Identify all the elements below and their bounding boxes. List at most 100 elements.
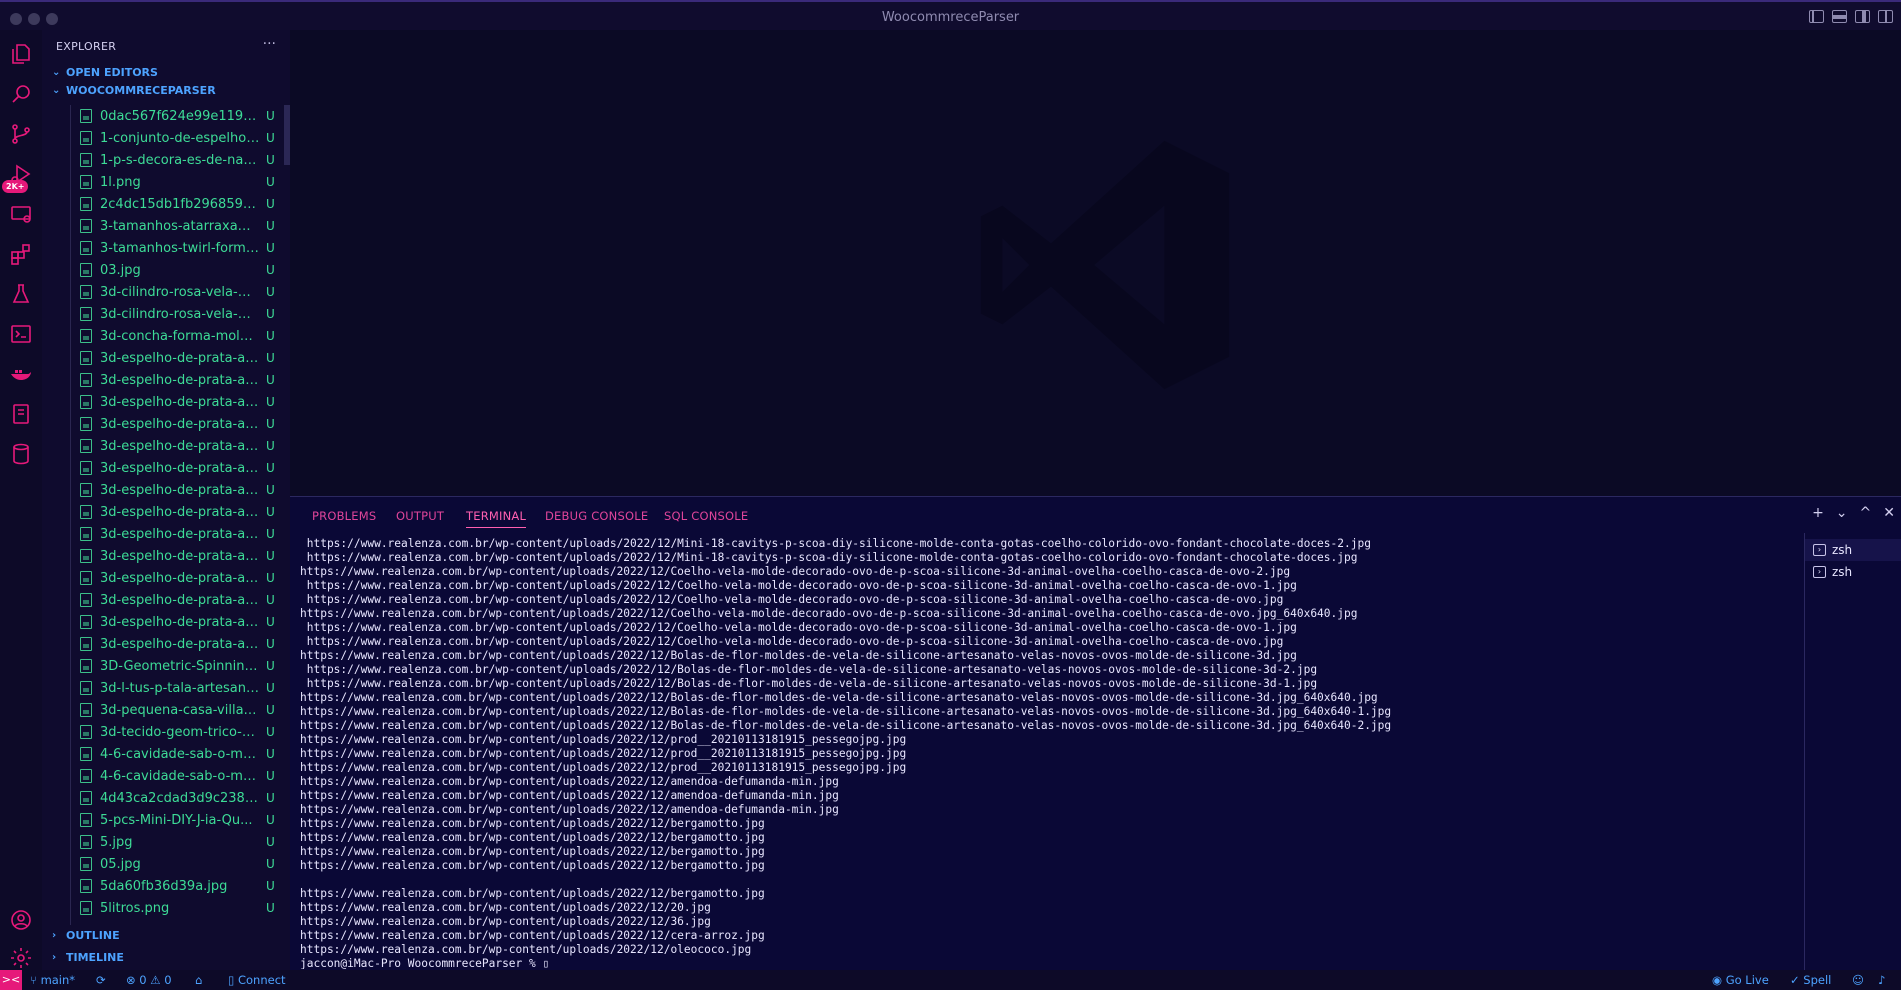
file-item[interactable]: 4-6-cavidade-sab-o-mo... U: [42, 765, 290, 787]
maximize-panel-icon[interactable]: ^: [1860, 505, 1872, 521]
git-status-untracked: U: [266, 131, 275, 145]
toggle-secondary-sidebar-icon[interactable]: [1855, 10, 1870, 23]
file-name: 3d-espelho-de-prata-art...: [100, 570, 260, 586]
chevron-down-icon: ⌄: [52, 84, 61, 96]
terminal-line: https://www.realenza.com.br/wp-content/u…: [300, 733, 907, 746]
image-file-icon: [80, 241, 92, 255]
explorer-icon[interactable]: [0, 34, 42, 74]
close-panel-icon[interactable]: ✕: [1883, 505, 1895, 521]
file-item[interactable]: 3d-espelho-de-prata-art... U: [42, 633, 290, 655]
git-status-untracked: U: [266, 395, 275, 409]
file-item[interactable]: 1-p-s-decora-es-de-nat... U: [42, 149, 290, 171]
image-file-icon: [80, 527, 92, 541]
connect-button[interactable]: ▯ Connect: [228, 973, 286, 987]
file-item[interactable]: 3d-espelho-de-prata-art... U: [42, 413, 290, 435]
outline-section[interactable]: › OUTLINE: [42, 925, 290, 945]
toggle-sidebar-icon[interactable]: [1809, 10, 1824, 23]
terminal-tab-zsh-2[interactable]: › zsh: [1805, 561, 1901, 583]
database-icon[interactable]: [0, 434, 42, 474]
source-control-icon[interactable]: [0, 114, 42, 154]
sync-icon[interactable]: ⟳: [96, 973, 106, 987]
timeline-section[interactable]: › TIMELINE: [42, 947, 290, 967]
file-item[interactable]: 3d-espelho-de-prata-art... U: [42, 391, 290, 413]
toggle-panel-icon[interactable]: [1832, 10, 1847, 23]
extensions-icon[interactable]: [0, 234, 42, 274]
terminal-output[interactable]: https://www.realenza.com.br/wp-content/u…: [300, 537, 1760, 969]
file-item[interactable]: 2c4dc15db1fb29685962... U: [42, 193, 290, 215]
file-item[interactable]: 5.jpg U: [42, 831, 290, 853]
file-item[interactable]: 3d-espelho-de-prata-art... U: [42, 457, 290, 479]
customize-layout-icon[interactable]: [1878, 10, 1893, 23]
accounts-icon[interactable]: [0, 900, 42, 940]
file-name: 3-tamanhos-atarraxame...: [100, 218, 260, 234]
docker-icon[interactable]: [0, 354, 42, 394]
remote-explorer-icon[interactable]: [0, 194, 42, 234]
terminal-line: https://www.realenza.com.br/wp-content/u…: [300, 943, 752, 956]
timeline-label: TIMELINE: [66, 950, 124, 964]
file-item[interactable]: 3-tamanhos-twirl-forma... U: [42, 237, 290, 259]
new-terminal-icon[interactable]: +: [1812, 505, 1824, 521]
file-item[interactable]: 3d-espelho-de-prata-art... U: [42, 545, 290, 567]
file-item[interactable]: 3d-pequena-casa-villa-c... U: [42, 699, 290, 721]
project-section[interactable]: ⌄ WOOCOMMRECEPARSER: [42, 80, 290, 100]
file-item[interactable]: 3d-espelho-de-prata-art... U: [42, 523, 290, 545]
tab-debug-console[interactable]: DEBUG CONSOLE: [545, 509, 648, 523]
file-item[interactable]: 3d-espelho-de-prata-art... U: [42, 611, 290, 633]
git-status-untracked: U: [266, 263, 275, 277]
file-item[interactable]: 05.jpg U: [42, 853, 290, 875]
tab-sql-console[interactable]: SQL CONSOLE: [664, 509, 748, 523]
tab-output[interactable]: OUTPUT: [396, 509, 444, 523]
file-item[interactable]: 1l.png U: [42, 171, 290, 193]
file-item[interactable]: 3d-espelho-de-prata-art... U: [42, 347, 290, 369]
file-item[interactable]: 3d-espelho-de-prata-art... U: [42, 589, 290, 611]
file-item[interactable]: 3d-espelho-de-prata-art... U: [42, 501, 290, 523]
file-item[interactable]: 3d-espelho-de-prata-art... U: [42, 567, 290, 589]
spell-button[interactable]: ✓ Spell: [1790, 973, 1831, 987]
image-file-icon: [80, 219, 92, 233]
file-item[interactable]: 3d-cilindro-rosa-vela-m... U: [42, 281, 290, 303]
notifications-bell-icon[interactable]: ♪: [1878, 973, 1885, 987]
notebook-icon[interactable]: [0, 394, 42, 434]
file-item[interactable]: 3D-Geometric-Spinning-... U: [42, 655, 290, 677]
run-debug-icon[interactable]: [0, 154, 42, 194]
file-item[interactable]: 5da60fb36d39a.jpg U: [42, 875, 290, 897]
terminal-icon[interactable]: [0, 314, 42, 354]
file-item[interactable]: 5litros.png U: [42, 897, 290, 919]
remote-indicator[interactable]: ><: [0, 970, 22, 990]
file-item[interactable]: 5-pcs-Mini-DIY-J-ia-Qu... U: [42, 809, 290, 831]
file-item[interactable]: 3d-espelho-de-prata-art... U: [42, 369, 290, 391]
home-icon[interactable]: ⌂: [195, 973, 202, 987]
terminal-tab-zsh-1[interactable]: › zsh: [1805, 539, 1901, 561]
file-item[interactable]: 03.jpg U: [42, 259, 290, 281]
problems-status[interactable]: ⊗ 0 ⚠ 0: [126, 973, 172, 987]
file-item[interactable]: 3d-espelho-de-prata-art... U: [42, 479, 290, 501]
more-actions-icon[interactable]: ···: [263, 36, 276, 52]
file-name: 3d-espelho-de-prata-art...: [100, 372, 260, 388]
file-item[interactable]: 0dac567f624e99e11913... U: [42, 105, 290, 127]
file-name: 3d-l-tus-p-tala-artesana...: [100, 680, 260, 696]
search-icon[interactable]: [0, 74, 42, 114]
file-item[interactable]: 3-tamanhos-atarraxame... U: [42, 215, 290, 237]
git-branch[interactable]: ⑂ main*: [30, 973, 75, 987]
file-item[interactable]: 4d43ca2cdad3d9c238f... U: [42, 787, 290, 809]
tab-problems[interactable]: PROBLEMS: [312, 509, 376, 523]
file-item[interactable]: 3d-concha-forma-molde... U: [42, 325, 290, 347]
feedback-icon[interactable]: ☺: [1852, 973, 1864, 987]
file-item[interactable]: 3d-cilindro-rosa-vela-m... U: [42, 303, 290, 325]
tab-terminal[interactable]: TERMINAL: [466, 509, 527, 528]
terminal-icon: ›: [1813, 544, 1826, 556]
terminal-list: › zsh › zsh: [1804, 533, 1901, 971]
terminal-dropdown-icon[interactable]: ⌄: [1836, 505, 1848, 521]
git-status-untracked: U: [266, 219, 275, 233]
editor-area[interactable]: [290, 30, 1901, 496]
testing-icon[interactable]: [0, 274, 42, 314]
file-name: 03.jpg: [100, 262, 141, 278]
file-item[interactable]: 3d-tecido-geom-trico-q... U: [42, 721, 290, 743]
file-item[interactable]: 1-conjunto-de-espelho-... U: [42, 127, 290, 149]
file-item[interactable]: 4-6-cavidade-sab-o-mo... U: [42, 743, 290, 765]
git-status-untracked: U: [266, 747, 275, 761]
go-live-button[interactable]: ◉ Go Live: [1712, 973, 1769, 987]
file-item[interactable]: 3d-espelho-de-prata-art... U: [42, 435, 290, 457]
open-editors-section[interactable]: ⌄ OPEN EDITORS: [42, 62, 290, 82]
file-item[interactable]: 3d-l-tus-p-tala-artesana... U: [42, 677, 290, 699]
